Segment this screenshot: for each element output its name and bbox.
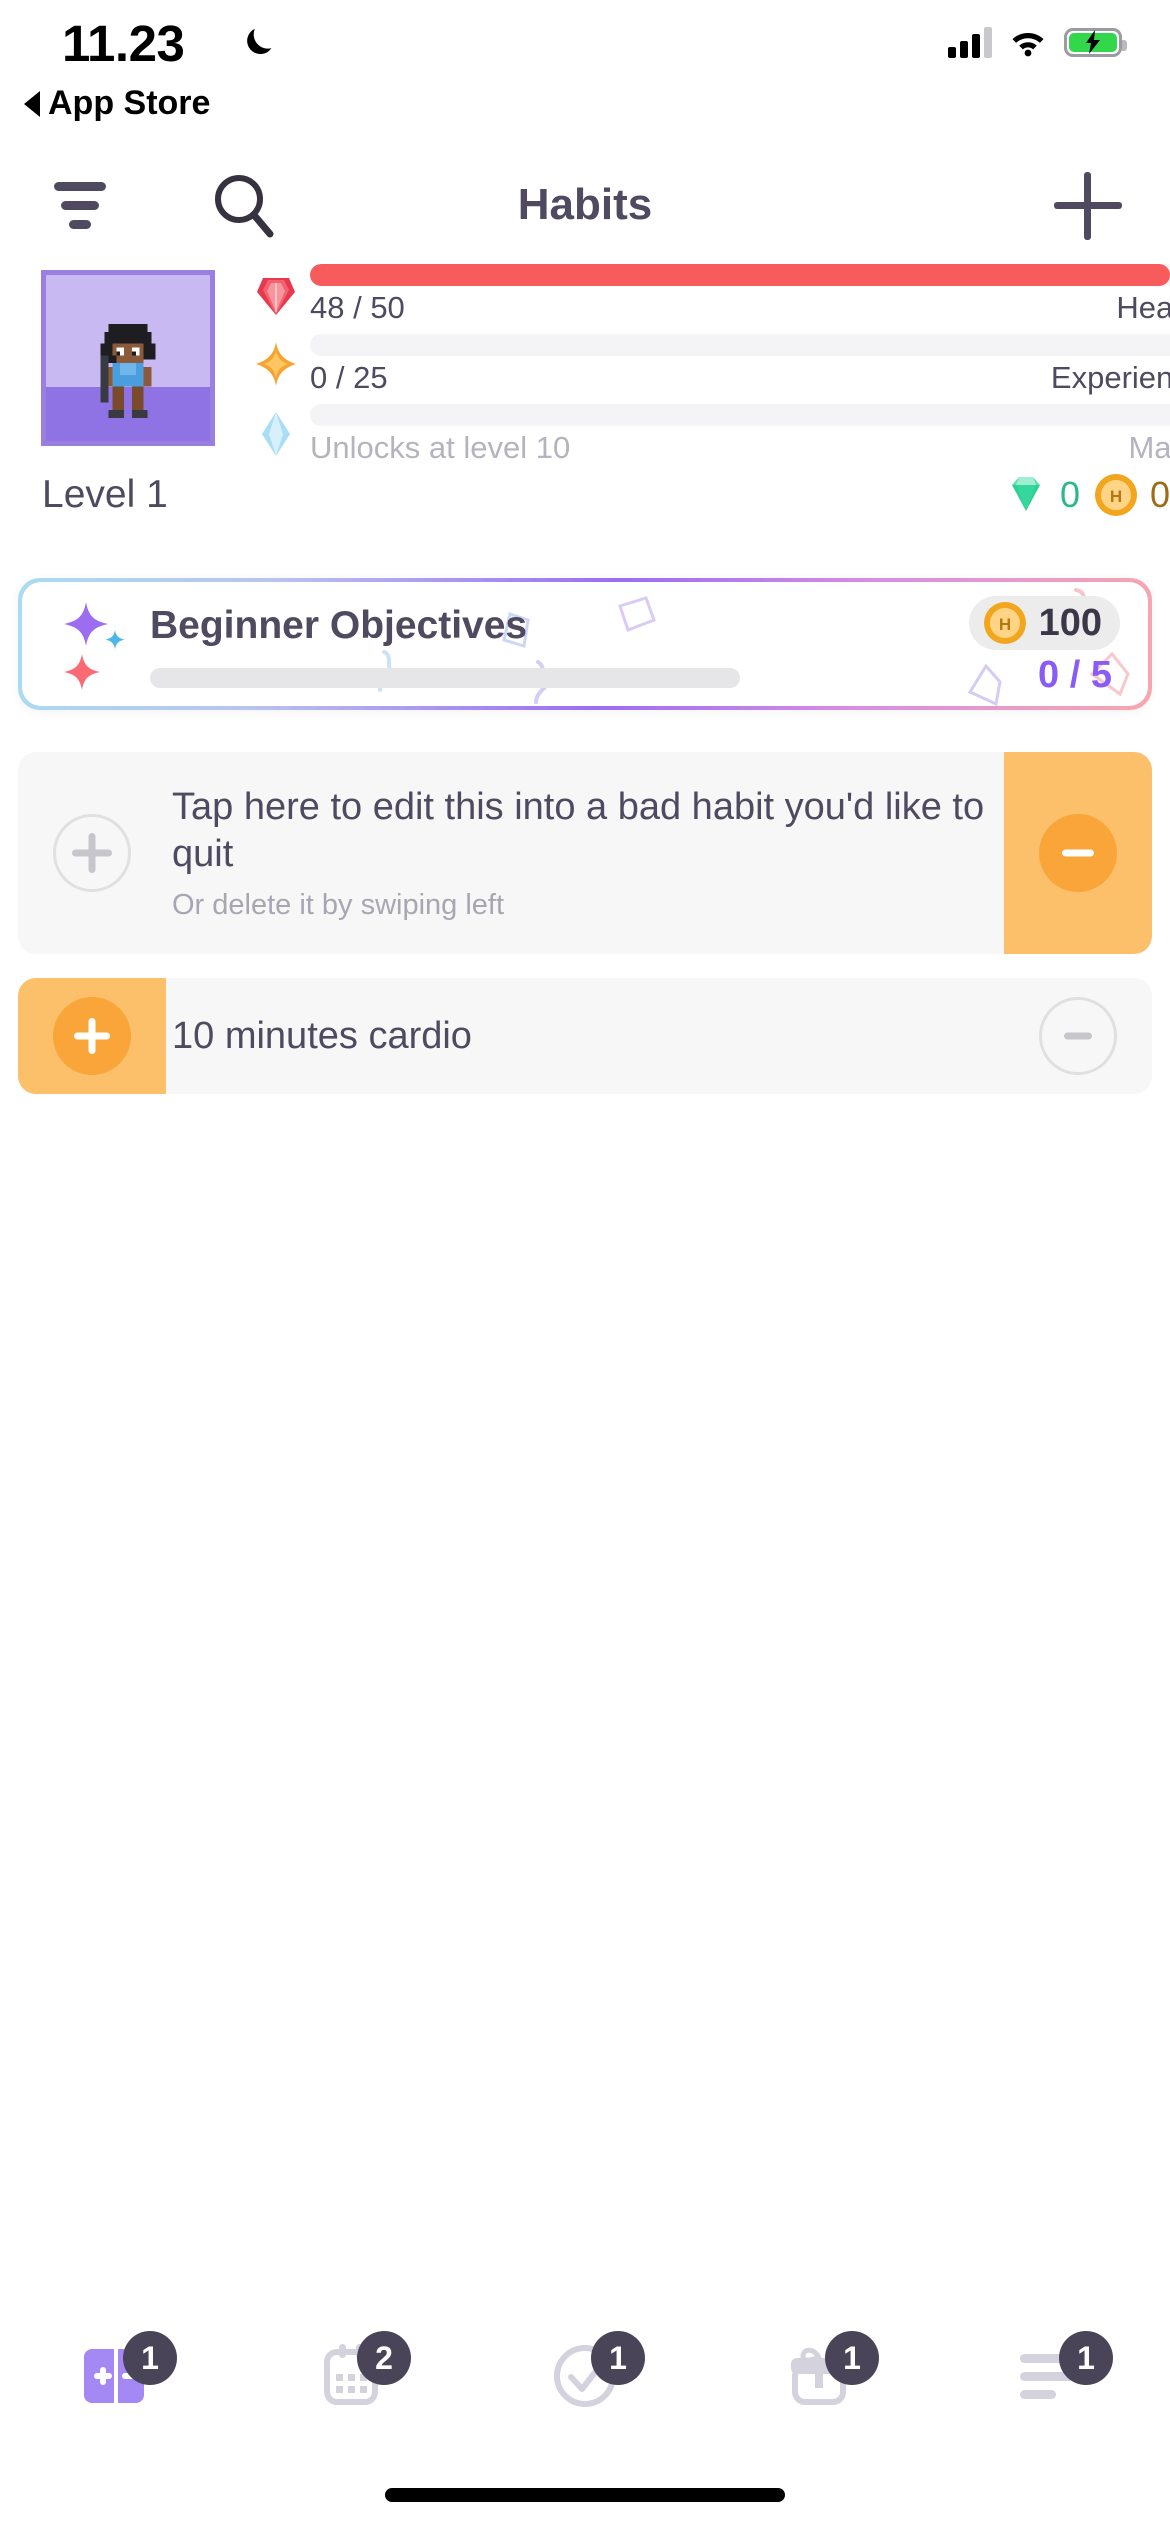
experience-label: Experience — [1050, 360, 1170, 395]
status-time: 11.23 — [62, 15, 185, 72]
hero-section: 48 / 50 Health 0 / 25 Experience — [0, 262, 1170, 465]
gold-count: 0 — [1149, 474, 1170, 515]
tab-badge: 1 — [123, 2331, 177, 2385]
status-bar: 11.23 App Store — [0, 0, 1170, 150]
habit-content[interactable]: 10 minutes cardio — [166, 978, 1004, 1094]
health-label: Health — [1116, 290, 1170, 325]
experience-value: 0 / 25 — [310, 360, 388, 395]
habit-minus-side[interactable] — [1004, 752, 1152, 954]
mana-label: Mana — [1128, 430, 1170, 465]
objectives-reward-badge: H 100 — [968, 596, 1120, 650]
habit-row[interactable]: Tap here to edit this into a bad habit y… — [18, 752, 1152, 954]
gold-coin-icon: H — [1094, 474, 1137, 516]
habit-plus-side[interactable] — [18, 752, 166, 954]
gems-counter[interactable]: 0 — [1002, 471, 1080, 519]
habit-subtitle: Or delete it by swiping left — [172, 888, 505, 921]
habit-plus-side[interactable] — [18, 978, 166, 1094]
home-indicator — [385, 2488, 785, 2502]
tab-badge: 1 — [1059, 2331, 1113, 2385]
habit-row[interactable]: 10 minutes cardio — [18, 978, 1152, 1094]
health-progress-fill — [310, 264, 1170, 286]
habit-minus-button[interactable] — [1039, 997, 1117, 1075]
gem-icon — [1011, 477, 1040, 511]
mana-progress-bar — [310, 404, 1170, 426]
objectives-progress-text: 0 / 5 — [1038, 654, 1112, 696]
tab-habits[interactable]: 1 — [0, 2316, 234, 2436]
svg-text:H: H — [1110, 487, 1122, 506]
currency-group: 0 H 0 — [1002, 471, 1170, 519]
tab-menu[interactable]: 1 — [936, 2316, 1170, 2436]
habit-minus-button[interactable] — [1039, 814, 1117, 892]
heart-gem-icon — [257, 278, 295, 315]
minus-icon — [1062, 849, 1094, 857]
tab-rewards[interactable]: 1 — [702, 2316, 936, 2436]
gems-count: 0 — [1059, 474, 1080, 515]
minus-icon — [1064, 1032, 1092, 1040]
navigation-bar: Habits — [0, 150, 1170, 260]
gold-coin-icon: H — [983, 602, 1026, 644]
habit-plus-button[interactable] — [53, 814, 131, 892]
habits-list: Tap here to edit this into a bad habit y… — [18, 752, 1152, 1118]
mana-diamond-icon — [262, 412, 290, 456]
cellular-signal-icon — [948, 26, 992, 58]
tab-badge: 1 — [825, 2331, 879, 2385]
level-label: Level 1 — [42, 473, 168, 516]
plus-icon — [74, 1018, 110, 1054]
confetti-shape-icon — [618, 596, 656, 632]
objectives-title: Beginner Objectives — [150, 604, 528, 647]
health-progress-bar — [310, 264, 1170, 286]
tab-todos[interactable]: 1 — [468, 2316, 702, 2436]
plus-icon — [72, 833, 112, 873]
habit-content[interactable]: Tap here to edit this into a bad habit y… — [166, 752, 1004, 954]
experience-progress-bar — [310, 334, 1170, 356]
page-title: Habits — [517, 180, 653, 229]
habit-title: 10 minutes cardio — [172, 1014, 472, 1057]
battery-charging-icon — [1064, 27, 1127, 57]
wifi-icon — [1012, 33, 1044, 57]
triangle-left-icon — [24, 90, 40, 117]
back-label: App Store — [48, 84, 211, 122]
health-value: 48 / 50 — [310, 290, 405, 325]
svg-text:H: H — [998, 615, 1010, 634]
habit-minus-side[interactable] — [1004, 978, 1152, 1094]
stat-row-health: 48 / 50 Health — [252, 262, 1170, 326]
avatar-sprite — [100, 324, 156, 418]
habit-plus-button[interactable] — [53, 997, 131, 1075]
tab-badge: 1 — [591, 2331, 645, 2385]
tab-dailies[interactable]: 2 — [234, 2316, 468, 2436]
objectives-reward-amount: 100 — [1038, 601, 1102, 644]
confetti-shape-icon — [967, 663, 1002, 706]
stat-bars: 48 / 50 Health 0 / 25 Experience — [252, 262, 1170, 472]
moon-icon — [247, 28, 272, 55]
stat-row-mana: Unlocks at level 10 Mana — [252, 402, 1170, 466]
gold-counter[interactable]: H 0 — [1092, 471, 1170, 519]
tab-badge: 2 — [357, 2331, 411, 2385]
mana-value: Unlocks at level 10 — [310, 430, 571, 465]
tab-bar: 1 2 1 1 1 — [0, 2316, 1170, 2436]
objectives-progress-bar — [150, 668, 740, 688]
app-screen: 11.23 App Store Habits 48 / 50 Hea 0 / 2… — [0, 0, 1170, 2532]
star-sparkle-icon — [256, 342, 296, 386]
back-to-app-store-link[interactable]: App Store — [24, 84, 210, 123]
sparkles-icon — [64, 602, 125, 690]
status-indicators — [948, 26, 1127, 58]
stat-row-experience: 0 / 25 Experience — [252, 332, 1170, 396]
add-habit-button[interactable] — [1054, 172, 1122, 240]
beginner-objectives-card[interactable]: Beginner Objectives H 100 0 / 5 — [18, 578, 1152, 710]
habit-title: Tap here to edit this into a bad habit y… — [172, 786, 985, 875]
avatar[interactable] — [41, 270, 215, 446]
level-row: Level 1 0 H 0 — [0, 465, 1170, 535]
